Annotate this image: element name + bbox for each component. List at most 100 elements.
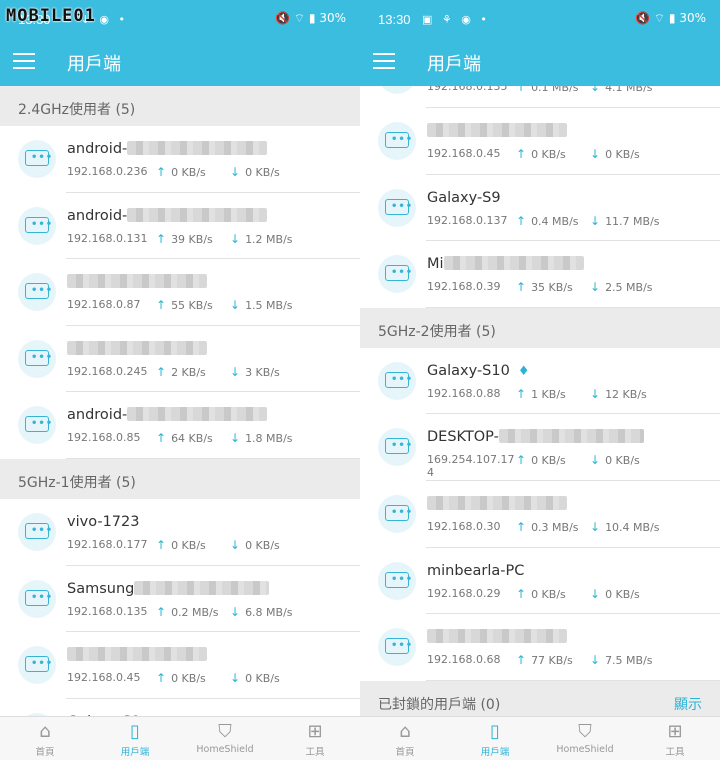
upload-value: 64 KB/s bbox=[171, 432, 213, 446]
client-row[interactable]: ••• 192.168.0.245 ↑ 2 KB/s ↓ 3 KB/s bbox=[0, 325, 360, 393]
upload-speed: ↑ 0.4 MB/s bbox=[516, 214, 579, 228]
upload-arrow-icon: ↑ bbox=[516, 586, 527, 601]
client-name bbox=[427, 123, 567, 139]
device-icon: ••• bbox=[378, 628, 416, 667]
upload-value: 0.1 MB/s bbox=[531, 86, 579, 94]
client-row[interactable]: ••• 192.168.0.68 ↑ 77 KB/s ↓ 7.5 MB/s bbox=[360, 614, 720, 681]
client-name-text: Galaxy-S9 bbox=[427, 189, 501, 206]
download-value: 11.7 MB/s bbox=[605, 214, 660, 228]
client-name: android- bbox=[67, 141, 268, 157]
download-value: 0 KB/s bbox=[605, 454, 640, 468]
client-row[interactable]: ••• 192.168.0.30 ↑ 0.3 MB/s ↓ 10.4 MB/s bbox=[360, 480, 720, 548]
menu-icon[interactable] bbox=[373, 53, 395, 69]
device-icon: ••• bbox=[378, 86, 416, 94]
client-list: ••• 192.168.0.135 ↑ 0.1 MB/s ↓ 4.1 MB/s ••• 192… bbox=[360, 86, 720, 716]
status-bar: 13:30 ✉ ↓ ◉ • 🔇 ⌔ ▮ 30% MOBILE01 bbox=[0, 0, 360, 38]
client-row[interactable]: ••• Mi 192.168.0.39 ↑ 35 KB/s ↓ 2.5 MB/s bbox=[360, 241, 720, 308]
upload-arrow-icon: ↑ bbox=[156, 537, 167, 552]
download-value: 4.1 MB/s bbox=[605, 86, 653, 94]
client-row[interactable]: ••• android- 192.168.0.131 ↑ 39 KB/s ↓ 1.2 MB/… bbox=[0, 192, 360, 260]
upload-value: 0 KB/s bbox=[171, 538, 206, 552]
download-value: 1.8 MB/s bbox=[245, 432, 293, 446]
download-speed: ↓ 2.5 MB/s bbox=[590, 280, 653, 294]
upload-value: 0.3 MB/s bbox=[531, 520, 579, 534]
download-value: 3 KB/s bbox=[245, 365, 280, 379]
client-name-text: vivo-1723 bbox=[67, 513, 140, 530]
device-dots: ••• bbox=[391, 267, 414, 279]
device-dots: ••• bbox=[31, 152, 54, 163]
upload-arrow-icon: ↑ bbox=[516, 147, 527, 161]
device-dots: ••• bbox=[391, 200, 414, 212]
nav-item-clients[interactable]: ▯ 用戶端 bbox=[450, 717, 540, 760]
upload-arrow-icon: ↑ bbox=[156, 298, 167, 313]
device-dots: ••• bbox=[31, 591, 54, 603]
redacted-name bbox=[134, 580, 270, 595]
upload-arrow-icon: ↑ bbox=[156, 364, 167, 379]
download-arrow-icon: ↓ bbox=[590, 213, 601, 228]
user-badge-icon: ♦ bbox=[517, 363, 530, 379]
client-ip: 192.168.0.177 bbox=[67, 537, 148, 551]
download-arrow-icon: ↓ bbox=[590, 453, 601, 468]
device-icon: ••• bbox=[378, 122, 416, 160]
client-ip: 169.254.107.17 4 bbox=[427, 453, 515, 480]
device-icon: ••• bbox=[378, 255, 416, 294]
nav-item-tools[interactable]: ⊞ 工具 bbox=[630, 717, 720, 760]
nav-label: HomeShield bbox=[556, 744, 614, 755]
client-name: Galaxy-S9 bbox=[427, 190, 501, 206]
nav-item-shield[interactable]: ⛉ HomeShield bbox=[540, 717, 630, 760]
client-row[interactable]: ••• 192.168.0.45 ↑ 0 KB/s ↓ 0 KB/s bbox=[0, 632, 360, 699]
client-row[interactable]: ••• 192.168.0.135 ↑ 0.1 MB/s ↓ 4.1 MB/s bbox=[360, 86, 720, 108]
nav-item-tools[interactable]: ⊞ 工具 bbox=[270, 717, 360, 760]
upload-value: 35 KB/s bbox=[531, 281, 573, 295]
nav-label: HomeShield bbox=[196, 744, 254, 755]
download-value: 0 KB/s bbox=[245, 166, 280, 179]
bottom-nav: ⌂ 首頁 ▯ 用戶端 ⛉ HomeShield ⊞ 工具 bbox=[360, 716, 720, 760]
download-value: 12 KB/s bbox=[605, 387, 647, 401]
download-arrow-icon: ↓ bbox=[590, 147, 601, 161]
menu-icon[interactable] bbox=[13, 53, 35, 69]
upload-arrow-icon: ↑ bbox=[516, 280, 527, 295]
download-arrow-icon: ↓ bbox=[590, 86, 601, 94]
left-screenshot: 13:30 ✉ ↓ ◉ • 🔇 ⌔ ▮ 30% MOBILE01 用戶端 2.4… bbox=[0, 0, 360, 760]
client-row[interactable]: ••• 192.168.0.87 ↑ 55 KB/s ↓ 1.5 MB/s bbox=[0, 259, 360, 326]
nav-label: 工具 bbox=[305, 747, 325, 758]
client-row[interactable]: ••• vivo-1723 192.168.0.177 ↑ 0 KB/s ↓ 0 KB/s bbox=[0, 498, 360, 566]
client-row[interactable]: ••• Galaxy-S10 ♦ 192.168.0.88 ↑ 1 KB/s ↓ 12 KB/… bbox=[360, 347, 720, 415]
nav-item-shield[interactable]: ⛉ HomeShield bbox=[180, 717, 270, 760]
upload-value: 0 KB/s bbox=[531, 454, 566, 468]
download-value: 7.5 MB/s bbox=[605, 654, 653, 668]
client-row[interactable]: ••• 192.168.0.45 ↑ 0 KB/s ↓ 0 KB/s bbox=[360, 108, 720, 175]
nav-item-clients[interactable]: ▯ 用戶端 bbox=[90, 717, 180, 760]
section-header: 5GHz-2使用者 (5) bbox=[360, 307, 720, 348]
watermark-logo: MOBILE01 bbox=[6, 6, 96, 26]
client-row[interactable]: ••• DESKTOP- 169.254.107.17 4 ↑ 0 KB/s ↓ 0 KB/s bbox=[360, 414, 720, 481]
upload-arrow-icon: ↑ bbox=[516, 213, 527, 228]
device-icon: ••• bbox=[18, 512, 56, 551]
device-dots: ••• bbox=[31, 658, 54, 670]
client-row[interactable]: ••• android- 192.168.0.236 ↑ 0 KB/s ↓ 0 KB/s bbox=[0, 126, 360, 193]
status-bar: 13:30 ▣ ⚘ ◉ • 🔇 ⌔ ▮ 30% bbox=[360, 0, 720, 38]
download-speed: ↓ 3 KB/s bbox=[230, 365, 280, 379]
shield-icon: ⛉ bbox=[578, 721, 592, 742]
nav-label: 工具 bbox=[665, 747, 685, 758]
upload-value: 1 KB/s bbox=[531, 387, 566, 401]
client-ip: 192.168.0.68 bbox=[427, 653, 501, 667]
show-blocked-link[interactable]: 顯示 bbox=[674, 694, 702, 714]
client-row[interactable]: ••• android- 192.168.0.85 ↑ 64 KB/s ↓ 1.8 MB/s bbox=[0, 392, 360, 459]
client-row[interactable]: ••• Samsung 192.168.0.135 ↑ 0.2 MB/s ↓ 6.8 MB/… bbox=[0, 565, 360, 633]
upload-arrow-icon: ↑ bbox=[516, 653, 527, 668]
client-row[interactable]: ••• Galaxy-S9 192.168.0.137 ↑ 0.4 MB/s ↓ 11.7 … bbox=[360, 174, 720, 242]
clients-icon: ▯ bbox=[490, 721, 500, 742]
client-row[interactable]: ••• minbearla-PC 192.168.0.29 ↑ 0 KB/s ↓ 0 KB/… bbox=[360, 547, 720, 615]
client-ip: 192.168.0.29 bbox=[427, 586, 501, 600]
nav-item-home[interactable]: ⌂ 首頁 bbox=[360, 717, 450, 760]
client-name bbox=[67, 340, 207, 357]
client-row[interactable]: •••Galaxy-S9 bbox=[0, 698, 360, 716]
download-value: 10.4 MB/s bbox=[605, 520, 660, 534]
nav-item-home[interactable]: ⌂ 首頁 bbox=[0, 717, 90, 760]
nav-label: 首頁 bbox=[35, 747, 55, 758]
client-name-text: DESKTOP- bbox=[427, 429, 499, 446]
device-dots: ••• bbox=[391, 506, 414, 518]
client-ip: 192.168.0.45 bbox=[427, 147, 501, 160]
download-arrow-icon: ↓ bbox=[590, 519, 601, 534]
